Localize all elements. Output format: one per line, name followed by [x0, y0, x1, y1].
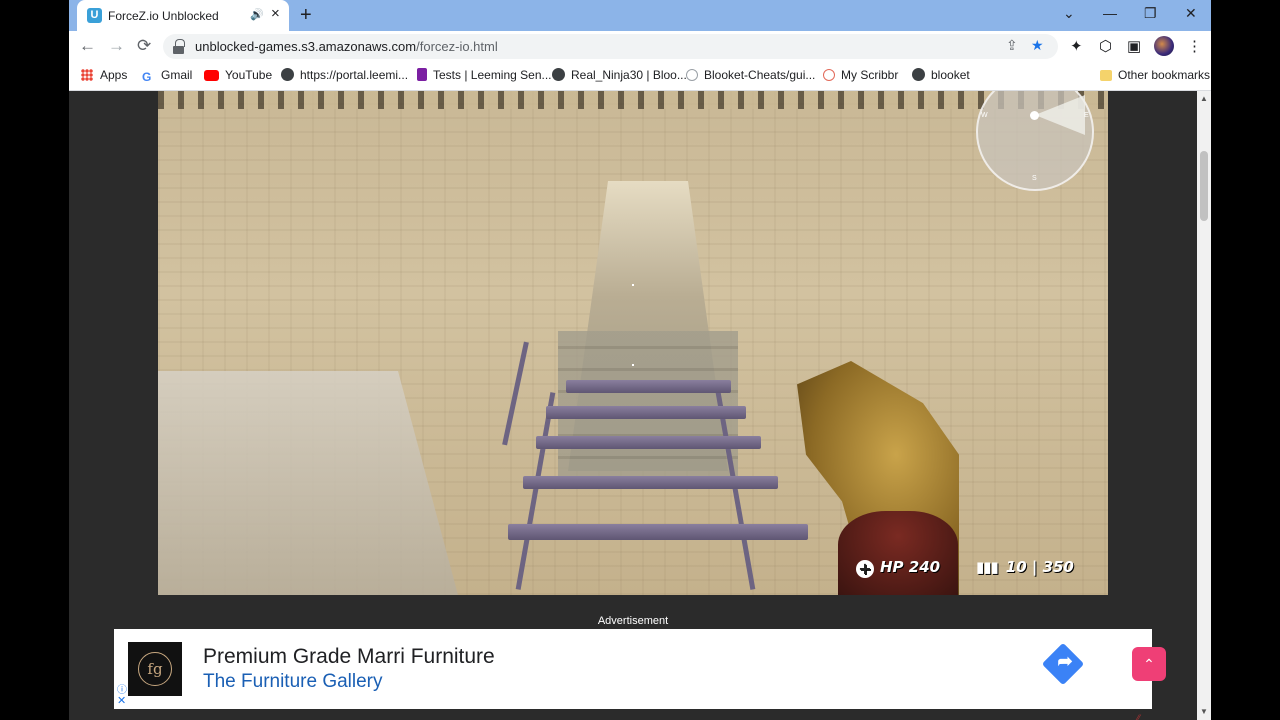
side-panel-icon[interactable]: ▣	[1127, 37, 1141, 55]
hud-ammo: ▮▮▮ 10 | 350	[976, 558, 1074, 576]
forward-button[interactable]: →	[108, 36, 125, 56]
bookmark-youtube[interactable]: YouTube	[204, 68, 272, 82]
window-close-button[interactable]: ✕	[1185, 5, 1197, 22]
bookmark-blooket[interactable]: blooket	[912, 68, 970, 82]
stair-rail	[502, 341, 529, 446]
ad-title[interactable]: Premium Grade Marri Furniture	[203, 645, 495, 669]
tab-strip: U ForceZ.io Unblocked 🔊 × + ⌄ — ❐ ✕	[69, 0, 1211, 31]
bookmarks-bar: Apps G Gmail YouTube https://portal.leemi…	[69, 62, 1211, 91]
scroll-thumb[interactable]	[1200, 151, 1208, 221]
extensions-icon[interactable]: ✦	[1070, 37, 1083, 55]
globe-icon	[912, 68, 925, 81]
corner-mark-icon: ⁄⁄	[1137, 713, 1141, 720]
view-cone	[1035, 95, 1085, 135]
stair-rail	[515, 392, 556, 590]
minimap-south-label: S	[1032, 175, 1037, 182]
player-dot	[1030, 111, 1039, 120]
reload-button[interactable]: ⟳	[137, 36, 151, 56]
crosshair	[632, 284, 634, 286]
tab-close-icon[interactable]: ×	[271, 6, 280, 22]
furniture-gallery-logo-icon: fg	[138, 652, 172, 686]
scroll-to-top-button[interactable]: ⌃	[1132, 647, 1166, 681]
globe-icon	[552, 68, 565, 81]
ad-subtitle[interactable]: The Furniture Gallery	[203, 671, 383, 693]
globe-icon	[281, 68, 294, 81]
browser-tab[interactable]: U ForceZ.io Unblocked 🔊 ×	[77, 0, 289, 31]
page-scrollbar[interactable]: ▲ ▼	[1197, 91, 1211, 720]
other-bookmarks[interactable]: Other bookmarks	[1100, 68, 1210, 82]
game-canvas[interactable]: W E S + HP 240 ▮▮▮ 10 | 350	[158, 91, 1108, 595]
ad-banner[interactable]: fg Premium Grade Marri Furniture The Fur…	[114, 629, 1152, 709]
ad-close-icon[interactable]: ✕	[117, 694, 126, 707]
tab-favicon-icon: U	[87, 8, 102, 23]
scribbr-icon	[823, 69, 835, 81]
player-hand	[838, 511, 958, 595]
profile-avatar[interactable]	[1154, 36, 1174, 56]
scroll-down-arrow-icon[interactable]: ▼	[1200, 707, 1208, 716]
doc-icon	[417, 68, 427, 81]
url-text[interactable]: unblocked-games.s3.amazonaws.com/forcez-…	[195, 39, 498, 54]
stair-plank	[566, 380, 731, 393]
browser-window: U ForceZ.io Unblocked 🔊 × + ⌄ — ❐ ✕ ← → …	[69, 0, 1211, 720]
minimize-button[interactable]: —	[1103, 5, 1117, 21]
address-bar[interactable]: unblocked-games.s3.amazonaws.com/forcez-…	[163, 34, 1058, 59]
stair-plank	[508, 524, 808, 540]
ad-logo[interactable]: fg	[128, 642, 182, 696]
browser-menu-icon[interactable]: ⋮	[1187, 37, 1202, 55]
hud-health: + HP 240	[856, 558, 940, 578]
scroll-up-arrow-icon[interactable]: ▲	[1200, 94, 1208, 103]
bookmark-scribbr[interactable]: My Scribbr	[823, 68, 898, 82]
youtube-icon	[204, 70, 219, 81]
bookmark-real-ninja[interactable]: Real_Ninja30 | Bloo...	[552, 68, 687, 82]
tab-title: ForceZ.io Unblocked	[108, 9, 219, 23]
folder-icon	[1100, 70, 1112, 81]
tab-search-button[interactable]: ⌄	[1063, 5, 1075, 22]
minimap-east-label: E	[1084, 112, 1089, 119]
stair-plank	[523, 476, 778, 489]
lock-icon[interactable]	[173, 39, 185, 54]
apps-grid-icon	[81, 69, 93, 81]
health-cross-icon: +	[856, 560, 874, 578]
share-icon[interactable]: ⇪	[1006, 37, 1018, 54]
minimap-west-label: W	[981, 112, 988, 119]
google-icon: G	[142, 71, 155, 84]
speaker-icon[interactable]: 🔊	[250, 8, 264, 21]
page-content: W E S + HP 240 ▮▮▮ 10 | 350 Advertisement …	[69, 91, 1197, 720]
browser-toolbar: ← → ⟳ unblocked-games.s3.amazonaws.com/f…	[69, 31, 1211, 62]
stair-plank	[536, 436, 761, 449]
extension-puzzle-icon[interactable]: ⬡	[1099, 37, 1112, 55]
restore-button[interactable]: ❐	[1144, 5, 1157, 22]
bookmark-gmail[interactable]: G Gmail	[142, 68, 192, 84]
turn-arrow-icon: ➦	[1057, 651, 1073, 671]
minimap: W E S	[976, 91, 1094, 191]
bookmark-tests[interactable]: Tests | Leeming Sen...	[417, 68, 552, 82]
bookmark-portal[interactable]: https://portal.leemi...	[281, 68, 408, 82]
crosshair	[632, 364, 634, 366]
advertisement-label: Advertisement	[597, 615, 669, 627]
bullets-icon: ▮▮▮	[976, 558, 999, 576]
bookmark-star-icon[interactable]: ★	[1031, 37, 1044, 54]
back-button[interactable]: ←	[79, 36, 96, 56]
wall-crenellation	[158, 91, 1108, 109]
left-ledge	[158, 371, 458, 595]
bookmark-apps[interactable]: Apps	[81, 68, 127, 82]
new-tab-button[interactable]: +	[300, 4, 312, 27]
github-icon	[686, 69, 698, 81]
stair-plank	[546, 406, 746, 419]
bookmark-blooket-cheats[interactable]: Blooket-Cheats/gui...	[686, 68, 815, 82]
